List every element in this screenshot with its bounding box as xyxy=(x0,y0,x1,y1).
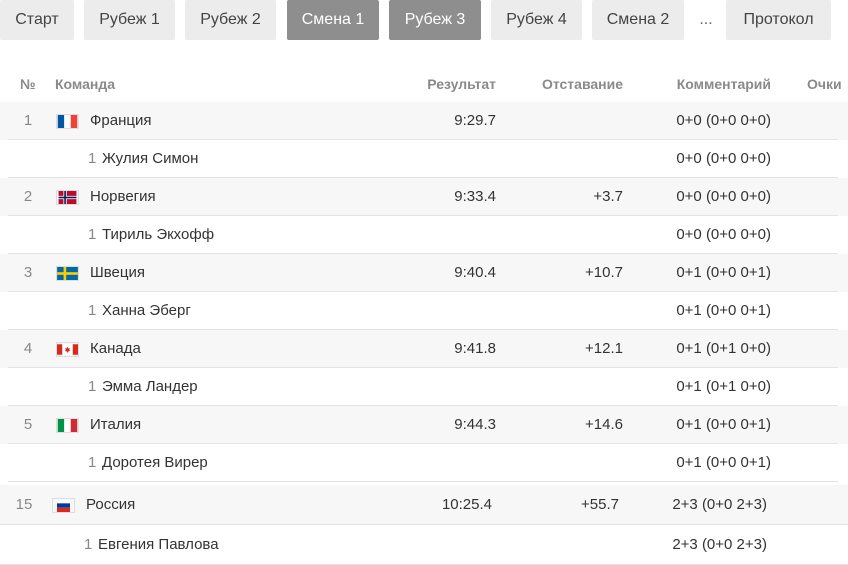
header-points: Очки xyxy=(807,76,842,92)
country-flag-icon xyxy=(56,418,79,433)
athlete-leg: 1 xyxy=(88,454,97,471)
team-name: Италия xyxy=(90,416,142,433)
country-flag-icon xyxy=(56,342,79,357)
tab-more[interactable]: ... xyxy=(692,0,720,40)
tab-range-2[interactable]: Рубеж 2 xyxy=(185,0,276,40)
team-comment: 0+0 (0+0 0+0) xyxy=(676,188,771,205)
tab-range-1[interactable]: Рубеж 1 xyxy=(84,0,175,40)
team-gap xyxy=(520,102,623,140)
athlete-leg: 1 xyxy=(88,226,97,243)
country-flag-icon xyxy=(56,266,79,281)
team-gap: +3.7 xyxy=(593,188,623,205)
team-result: 9:33.4 xyxy=(454,188,496,205)
team-comment: 0+1 (0+1 0+0) xyxy=(676,340,771,357)
team-rank: 1 xyxy=(23,112,33,129)
athlete-leg: 1 xyxy=(88,302,97,319)
athlete-name: Тириль Экхофф xyxy=(102,226,215,243)
team-rank: 3 xyxy=(23,264,33,281)
athlete-comment: 2+3 (0+0 2+3) xyxy=(672,536,767,553)
tab-exchange-1[interactable]: Смена 1 xyxy=(287,0,379,40)
team-comment: 2+3 (0+0 2+3) xyxy=(672,496,767,513)
country-flag-icon xyxy=(56,114,79,129)
athlete-row: 1 Эмма Ландер 0+1 (0+1 0+0) xyxy=(0,368,848,406)
team-row: 4 Канада 9:41.8 +12.1 0+1 (0+1 0+0) xyxy=(0,330,848,368)
stage-tabs: Старт Рубеж 1 Рубеж 2 Смена 1 Рубеж 3 Ру… xyxy=(0,0,848,40)
team-rank: 4 xyxy=(23,340,33,357)
athlete-row: 1 Жулия Симон 0+0 (0+0 0+0) xyxy=(0,140,848,178)
athlete-name: Ханна Эберг xyxy=(102,302,191,319)
athlete-row: 1 Доротея Вирер 0+1 (0+0 0+1) xyxy=(0,444,848,482)
team-comment: 0+0 (0+0 0+0) xyxy=(676,112,771,129)
team-rank: 5 xyxy=(23,416,33,433)
team-gap: +12.1 xyxy=(585,340,623,357)
team-row: 2 Норвегия 9:33.4 +3.7 0+0 (0+0 0+0) xyxy=(0,178,848,216)
team-name: Норвегия xyxy=(90,188,156,205)
athlete-leg: 1 xyxy=(88,378,97,395)
team-row: 1 Франция 9:29.7 0+0 (0+0 0+0) xyxy=(0,102,848,140)
athlete-leg: 1 xyxy=(84,536,93,553)
team-comment: 0+1 (0+0 0+1) xyxy=(676,416,771,433)
athlete-comment: 0+1 (0+0 0+1) xyxy=(676,454,771,471)
header-num: № xyxy=(20,76,36,92)
athlete-comment: 0+0 (0+0 0+0) xyxy=(676,226,771,243)
tab-protocol[interactable]: Протокол xyxy=(726,0,831,40)
team-name: Франция xyxy=(90,112,152,129)
team-name: Россия xyxy=(86,496,136,513)
tab-exchange-2[interactable]: Смена 2 xyxy=(592,0,684,40)
team-row: 15 Россия 10:25.4 +55.7 2+3 (0+0 2+3) xyxy=(0,485,848,525)
team-gap: +55.7 xyxy=(581,496,619,513)
athlete-row: 1 Ханна Эберг 0+1 (0+0 0+1) xyxy=(0,292,848,330)
team-row: 5 Италия 9:44.3 +14.6 0+1 (0+0 0+1) xyxy=(0,406,848,444)
athlete-comment: 0+1 (0+0 0+1) xyxy=(676,302,771,319)
header-gap: Отставание xyxy=(541,76,623,92)
team-comment: 0+1 (0+0 0+1) xyxy=(676,264,771,281)
header-result: Результат xyxy=(427,76,496,92)
athlete-name: Эмма Ландер xyxy=(102,378,198,395)
team-result: 9:29.7 xyxy=(454,112,496,129)
athlete-name: Жулия Симон xyxy=(102,150,199,167)
team-gap: +14.6 xyxy=(585,416,623,433)
team-result: 9:40.4 xyxy=(454,264,496,281)
team-rank: 15 xyxy=(15,496,33,513)
team-row: 3 Швеция 9:40.4 +10.7 0+1 (0+0 0+1) xyxy=(0,254,848,292)
athlete-name: Евгения Павлова xyxy=(98,536,219,553)
team-result: 10:25.4 xyxy=(441,496,492,513)
header-team: Команда xyxy=(55,76,115,92)
athlete-comment: 0+0 (0+0 0+0) xyxy=(676,150,771,167)
athlete-row: 1 Евгения Павлова 2+3 (0+0 2+3) xyxy=(0,525,848,565)
team-gap: +10.7 xyxy=(585,264,623,281)
country-flag-icon xyxy=(52,498,75,513)
country-flag-icon xyxy=(56,190,79,205)
team-name: Швеция xyxy=(90,264,145,281)
team-result: 9:41.8 xyxy=(454,340,496,357)
tab-start[interactable]: Старт xyxy=(0,0,74,40)
team-rank: 2 xyxy=(23,188,33,205)
tab-range-3[interactable]: Рубеж 3 xyxy=(389,0,481,40)
athlete-row: 1 Тириль Экхофф 0+0 (0+0 0+0) xyxy=(0,216,848,254)
tab-range-4[interactable]: Рубеж 4 xyxy=(491,0,582,40)
athlete-name: Доротея Вирер xyxy=(102,454,208,471)
team-result: 9:44.3 xyxy=(454,416,496,433)
team-name: Канада xyxy=(90,340,141,357)
athlete-comment: 0+1 (0+1 0+0) xyxy=(676,378,771,395)
header-comment: Комментарий xyxy=(676,76,771,92)
athlete-leg: 1 xyxy=(88,150,97,167)
